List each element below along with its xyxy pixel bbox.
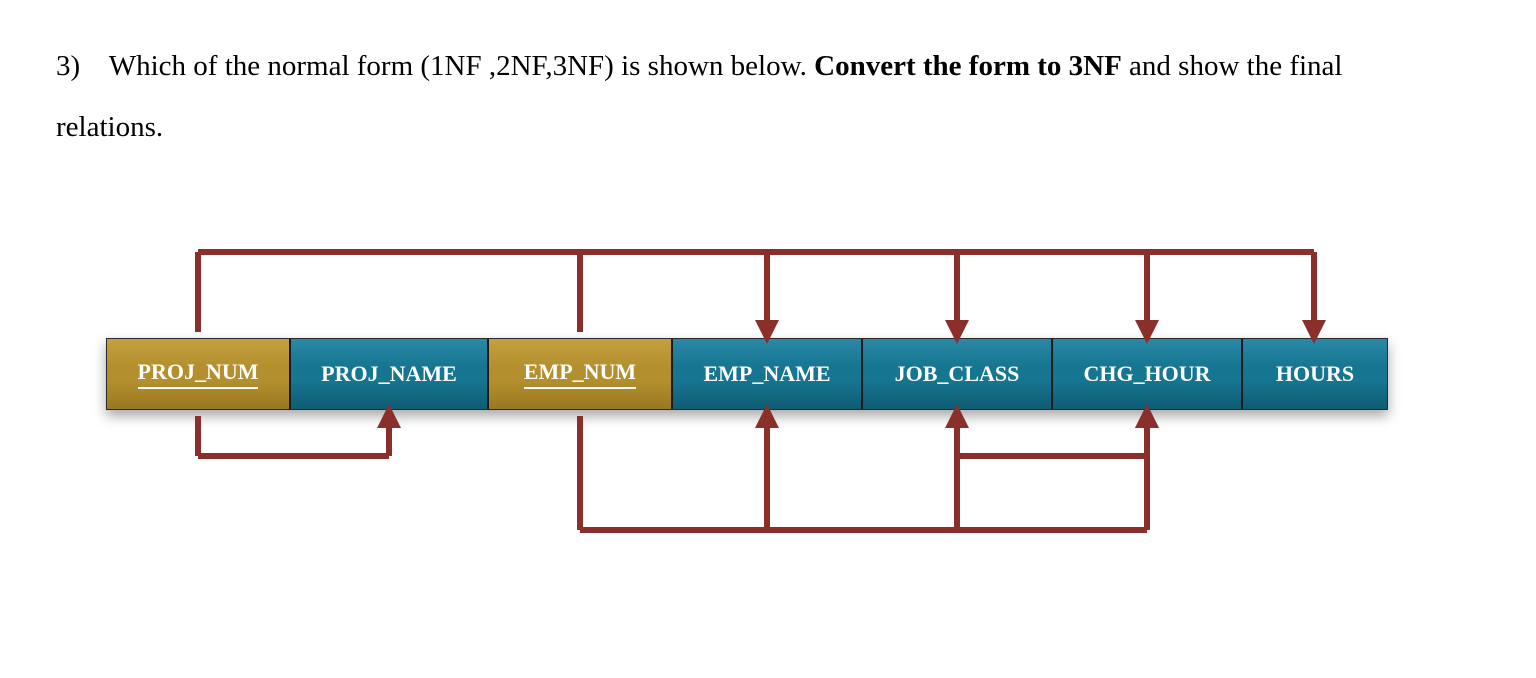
dependency-diagram: PROJ_NUM PROJ_NAME EMP_NUM EMP_NAME JOB_CLAS… — [100, 220, 1430, 650]
question-text: 3) Which of the normal form (1NF ,2NF,3N… — [56, 36, 1416, 158]
relation-row: PROJ_NUM PROJ_NAME EMP_NUM EMP_NAME JOB_CLAS… — [106, 338, 1388, 410]
column-label: HOURS — [1276, 361, 1354, 387]
column-label: EMP_NUM — [524, 359, 636, 389]
column-proj_num: PROJ_NUM — [107, 339, 291, 409]
column-emp_num: EMP_NUM — [489, 339, 673, 409]
column-proj_name: PROJ_NAME — [291, 339, 489, 409]
question-part1: Which of the normal form (1NF ,2NF,3NF) … — [109, 50, 814, 82]
column-emp_name: EMP_NAME — [673, 339, 863, 409]
column-hours: HOURS — [1243, 339, 1387, 409]
column-label: JOB_CLASS — [895, 361, 1020, 387]
column-label: EMP_NAME — [703, 361, 830, 387]
column-label: PROJ_NAME — [321, 361, 457, 387]
column-chg_hour: CHG_HOUR — [1053, 339, 1243, 409]
column-job_class: JOB_CLASS — [863, 339, 1053, 409]
column-label: CHG_HOUR — [1083, 361, 1210, 387]
question-number: 3) — [56, 36, 102, 97]
question-bold: Convert the form to 3NF — [814, 50, 1122, 82]
column-label: PROJ_NUM — [138, 359, 259, 389]
dependency-arrows — [100, 220, 1430, 650]
